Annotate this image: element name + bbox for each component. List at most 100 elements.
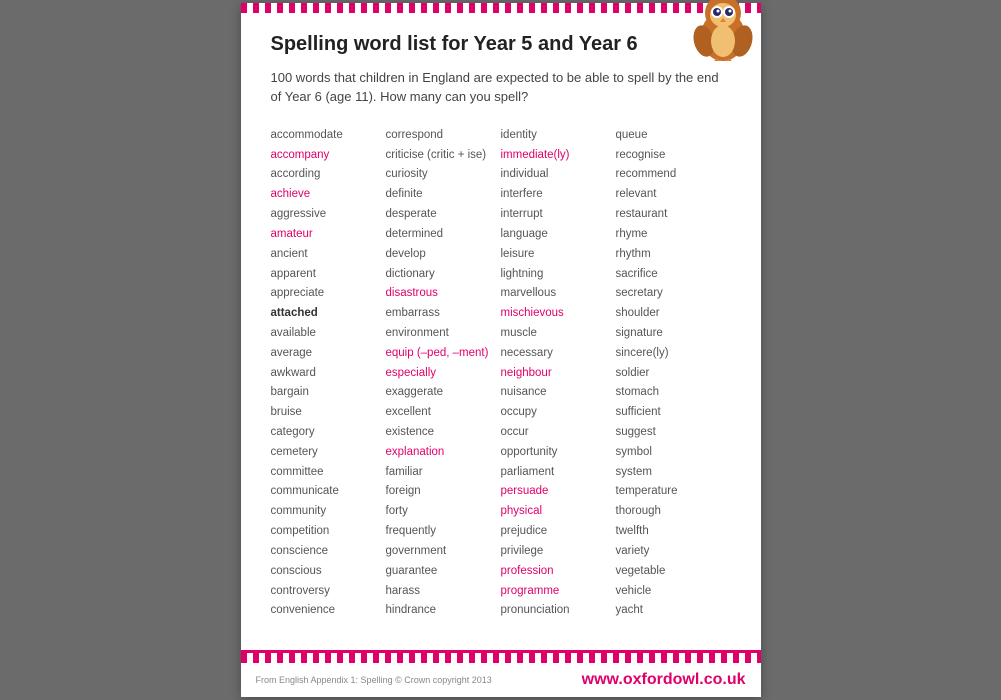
word-item: bargain (271, 384, 386, 402)
word-item: mischievous (501, 305, 616, 323)
word-item: definite (386, 186, 501, 204)
word-item: nuisance (501, 384, 616, 402)
bottom-border-dots (241, 653, 761, 663)
word-item: explanation (386, 444, 501, 462)
word-item: restaurant (616, 206, 731, 224)
word-item: queue (616, 127, 731, 145)
word-item: curiosity (386, 166, 501, 184)
word-item: persuade (501, 483, 616, 501)
word-item: vegetable (616, 563, 731, 581)
word-item: symbol (616, 444, 731, 462)
page-container: Spelling word list for Year 5 and Year 6… (241, 3, 761, 697)
page-subtitle: 100 words that children in England are e… (271, 68, 731, 107)
word-item: occur (501, 424, 616, 442)
word-item: exaggerate (386, 384, 501, 402)
word-item: leisure (501, 246, 616, 264)
word-item: amateur (271, 226, 386, 244)
word-item: community (271, 503, 386, 521)
word-item: interrupt (501, 206, 616, 224)
word-col-4: queuerecogniserecommendrelevantrestauran… (616, 127, 731, 620)
word-item: identity (501, 127, 616, 145)
top-border-dots (241, 3, 761, 13)
word-item: shoulder (616, 305, 731, 323)
word-item: determined (386, 226, 501, 244)
word-col-1: accommodate accompanyaccording achieve aggr… (271, 127, 386, 620)
word-item: profession (501, 563, 616, 581)
word-item: system (616, 464, 731, 482)
word-item: sacrifice (616, 266, 731, 284)
word-item: accommodate (271, 127, 386, 145)
word-item: apparent (271, 266, 386, 284)
word-item: interfere (501, 186, 616, 204)
word-item: achieve (271, 186, 386, 204)
word-item: appreciate (271, 285, 386, 303)
word-item: pronunciation (501, 602, 616, 620)
word-item: parliament (501, 464, 616, 482)
word-item: sufficient (616, 404, 731, 422)
bottom-section: From English Appendix 1: Spelling © Crow… (241, 650, 761, 697)
word-item: twelfth (616, 523, 731, 541)
word-item: disastrous (386, 285, 501, 303)
word-item: suggest (616, 424, 731, 442)
word-item: physical (501, 503, 616, 521)
word-item: yacht (616, 602, 731, 620)
word-col-3: identityimmediate(ly)individualinterfere… (501, 127, 616, 620)
word-item: according (271, 166, 386, 184)
word-item: existence (386, 424, 501, 442)
word-item: signature (616, 325, 731, 343)
word-item: embarrass (386, 305, 501, 323)
word-item: necessary (501, 345, 616, 363)
word-item: temperature (616, 483, 731, 501)
word-item: forty (386, 503, 501, 521)
word-item: accompany (271, 147, 386, 165)
word-columns: accommodate accompanyaccording achieve aggr… (271, 127, 731, 620)
word-item: dictionary (386, 266, 501, 284)
word-item: controversy (271, 583, 386, 601)
word-item: sincere(ly) (616, 345, 731, 363)
word-item: secretary (616, 285, 731, 303)
word-item: hindrance (386, 602, 501, 620)
word-item: guarantee (386, 563, 501, 581)
word-item: stomach (616, 384, 731, 402)
word-item: neighbour (501, 365, 616, 383)
word-item: foreign (386, 483, 501, 501)
word-item: communicate (271, 483, 386, 501)
word-item: programme (501, 583, 616, 601)
word-item: average (271, 345, 386, 363)
word-item: equip (–ped, –ment) (386, 345, 501, 363)
word-item: develop (386, 246, 501, 264)
word-item: environment (386, 325, 501, 343)
word-item: category (271, 424, 386, 442)
word-item: desperate (386, 206, 501, 224)
word-item: conscious (271, 563, 386, 581)
word-col-2: correspond criticise (critic + ise)curios… (386, 127, 501, 620)
word-item: occupy (501, 404, 616, 422)
word-item: awkward (271, 365, 386, 383)
word-item: opportunity (501, 444, 616, 462)
content-area: Spelling word list for Year 5 and Year 6… (241, 13, 761, 645)
word-item: individual (501, 166, 616, 184)
word-item: correspond (386, 127, 501, 145)
word-item: competition (271, 523, 386, 541)
word-item: aggressive (271, 206, 386, 224)
word-item: marvellous (501, 285, 616, 303)
word-item: rhythm (616, 246, 731, 264)
word-item: muscle (501, 325, 616, 343)
word-item: committee (271, 464, 386, 482)
word-item: soldier (616, 365, 731, 383)
word-item: criticise (critic + ise) (386, 147, 501, 165)
word-item: frequently (386, 523, 501, 541)
bottom-bar: From English Appendix 1: Spelling © Crow… (241, 663, 761, 697)
copyright-text: From English Appendix 1: Spelling © Crow… (256, 675, 492, 685)
word-item: lightning (501, 266, 616, 284)
word-item: familiar (386, 464, 501, 482)
word-item: variety (616, 543, 731, 561)
word-item: ancient (271, 246, 386, 264)
word-item: relevant (616, 186, 731, 204)
word-item: rhyme (616, 226, 731, 244)
owl-mascot (691, 0, 756, 66)
word-item: available (271, 325, 386, 343)
word-item: conscience (271, 543, 386, 561)
word-item: thorough (616, 503, 731, 521)
word-item: harass (386, 583, 501, 601)
